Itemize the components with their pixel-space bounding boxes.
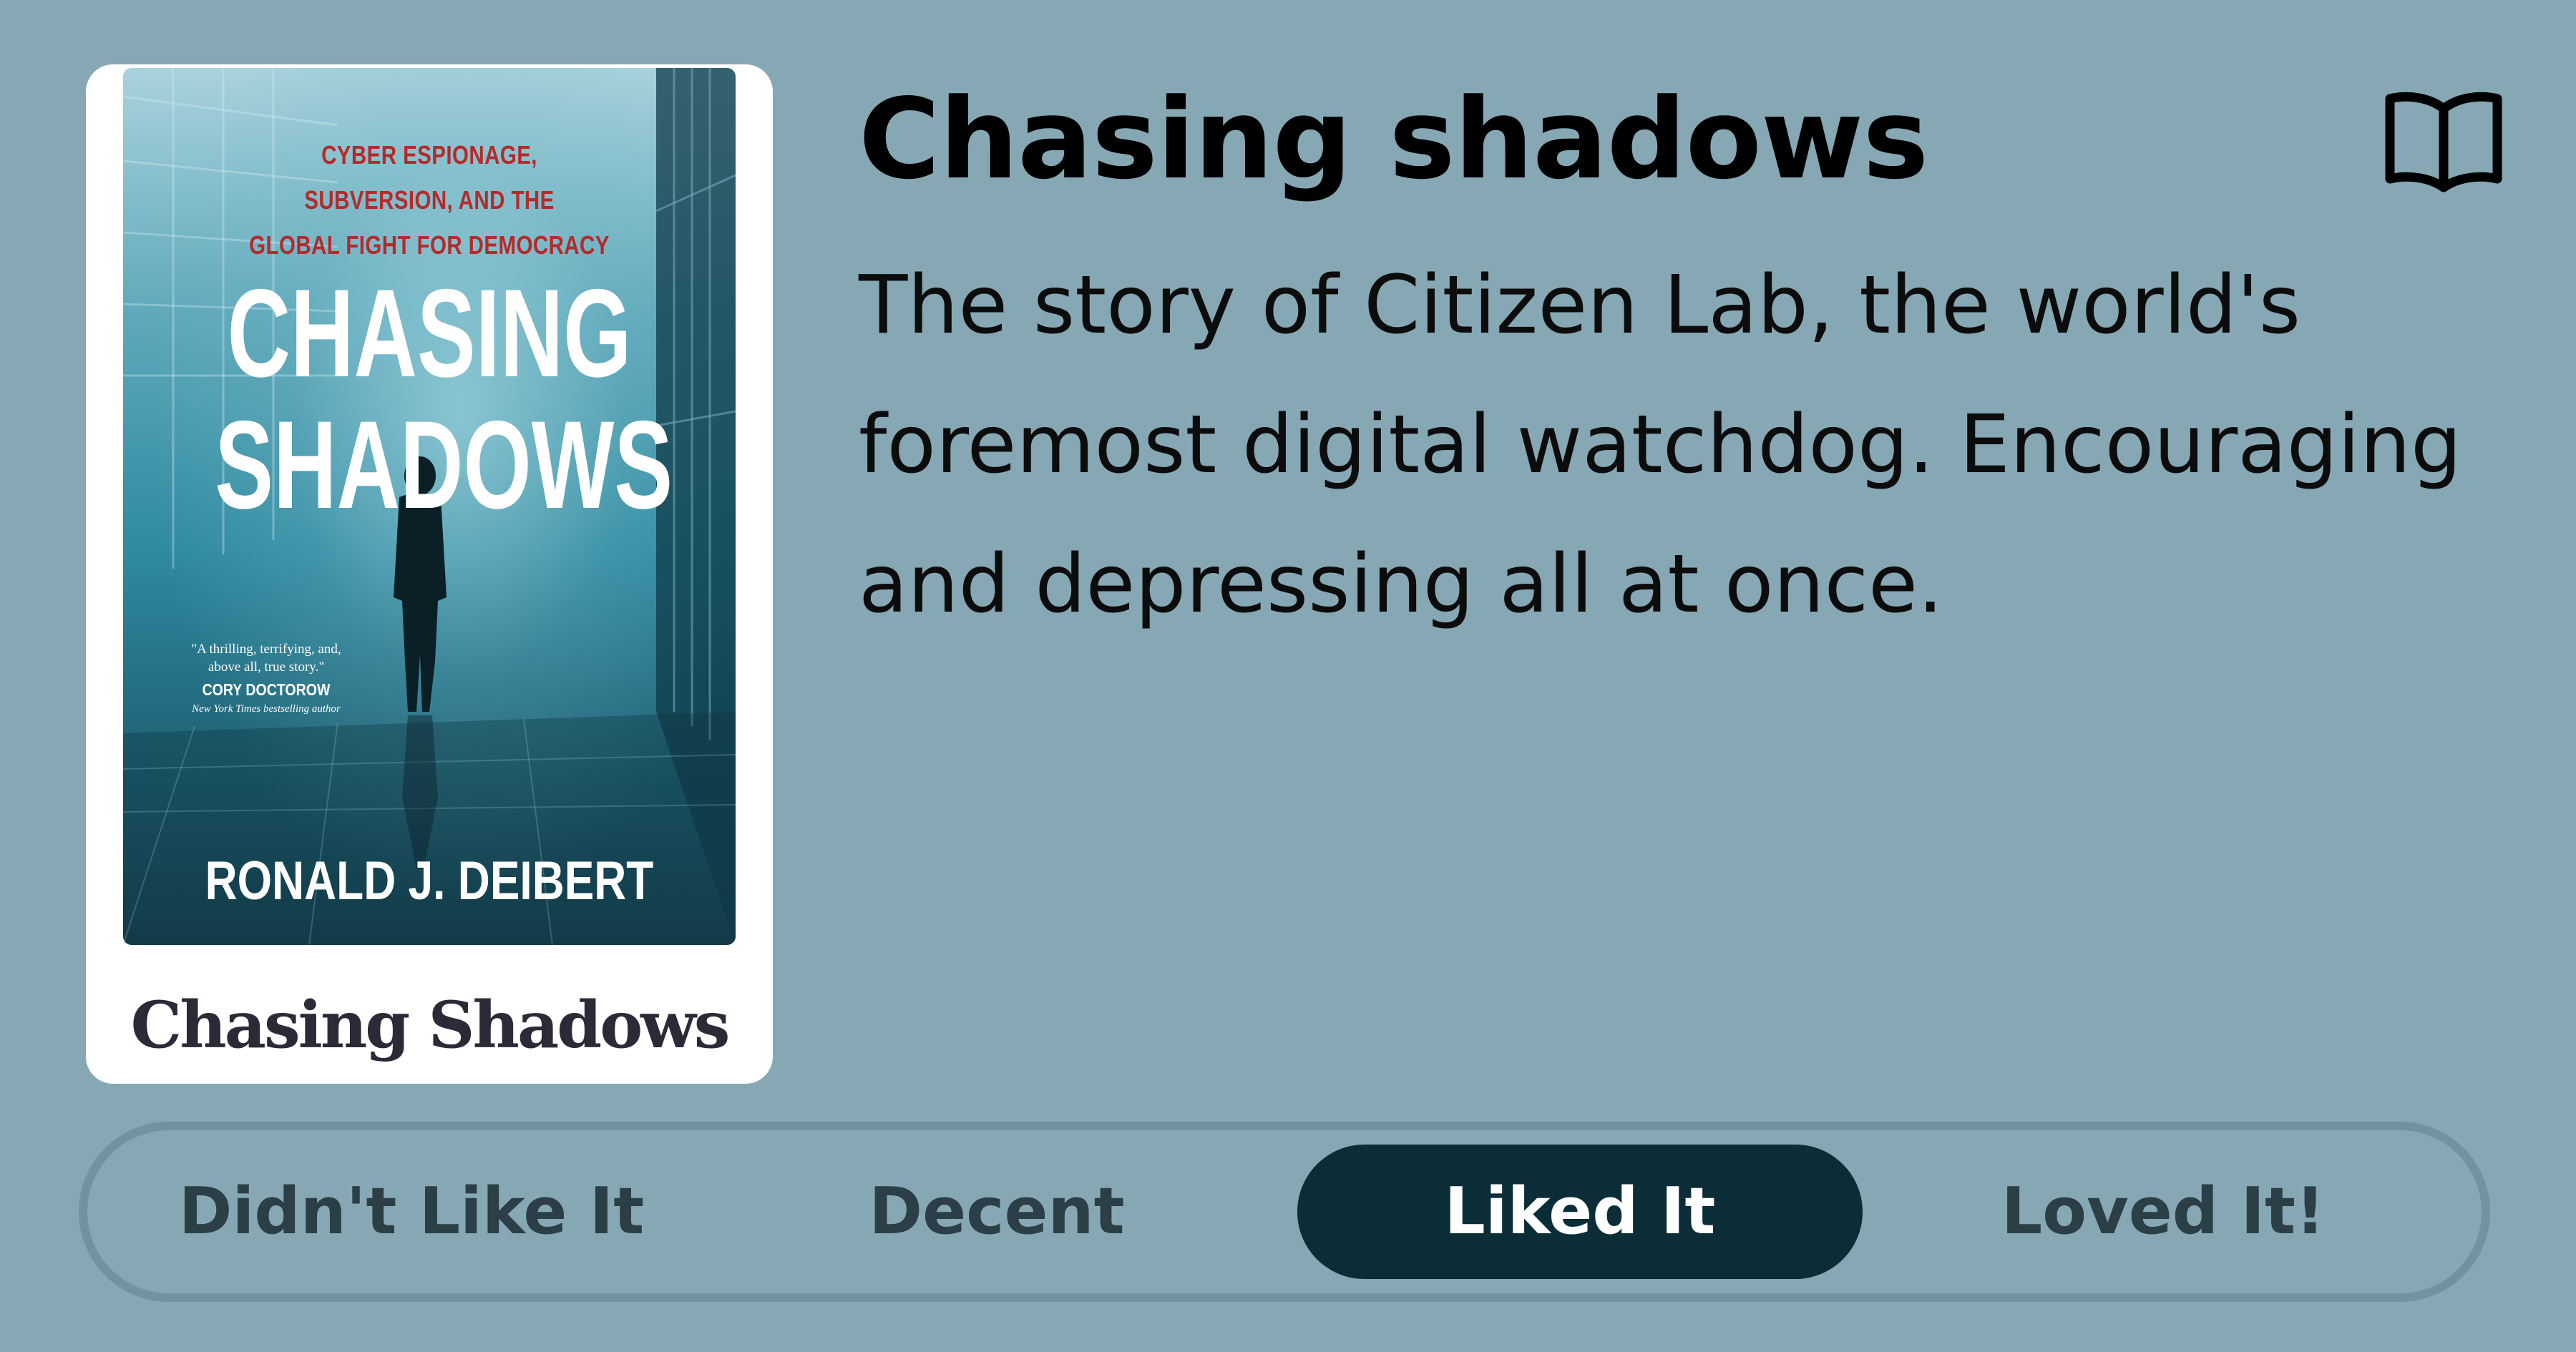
open-book-icon[interactable] <box>2383 86 2504 193</box>
card-book-title: Chasing Shadows <box>130 987 731 1063</box>
book-card[interactable]: CYBER ESPIONAGE, SUBVERSION, AND THE GLO… <box>86 64 773 1084</box>
rating-option-liked-it[interactable]: Liked It <box>1297 1145 1863 1279</box>
rating-option-decent[interactable]: Decent <box>714 1145 1279 1279</box>
rating-option-didnt-like-it[interactable]: Didn't Like It <box>129 1145 694 1279</box>
cover-quote-author: CORY DOCTOROW <box>202 680 331 699</box>
cover-author-name: RONALD J. DEIBERT <box>205 851 654 911</box>
book-description: The story of Citizen Lab, the world's fo… <box>859 259 2462 631</box>
book-title: Chasing shadows <box>859 74 1928 204</box>
cover-quote-credit: New York Times bestselling author <box>192 703 341 715</box>
book-cover-image: CYBER ESPIONAGE, SUBVERSION, AND THE GLO… <box>123 68 736 945</box>
cover-quote: "A thrilling, terrifying, and, above all… <box>191 642 341 675</box>
cover-title: CHASING SHADOWS <box>215 264 673 535</box>
cover-subtitle: CYBER ESPIONAGE, SUBVERSION, AND THE GLO… <box>249 140 610 260</box>
rating-option-loved-it[interactable]: Loved It! <box>1880 1145 2446 1279</box>
